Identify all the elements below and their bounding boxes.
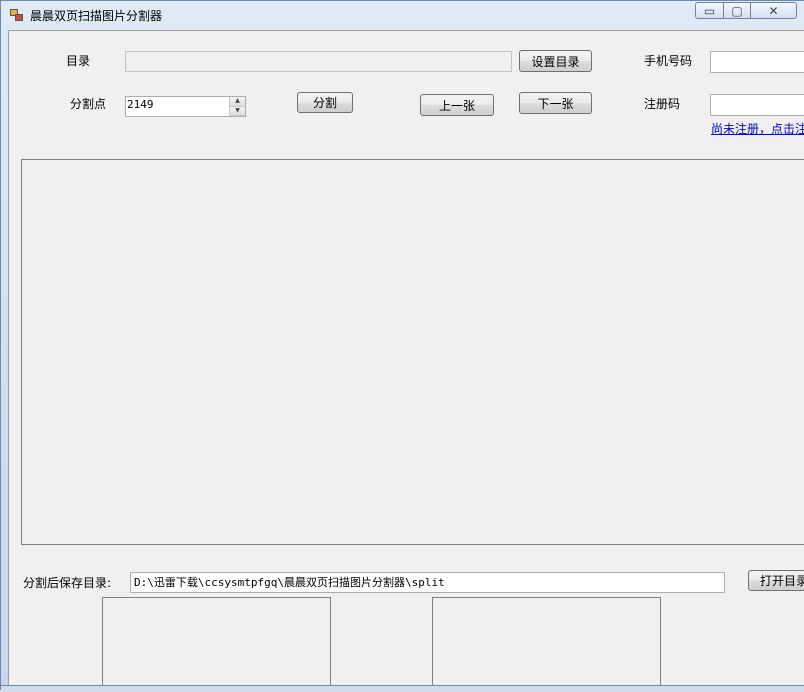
window-bottom-border: [1, 685, 804, 692]
open-dir-button[interactable]: 打开目录: [748, 570, 804, 591]
split-point-label: 分割点: [70, 97, 107, 111]
set-dir-button[interactable]: 设置目录: [519, 50, 592, 72]
title-bar[interactable]: 晨晨双页扫描图片分割器 ▭ ▢ ✕: [1, 1, 804, 30]
dir-input[interactable]: [125, 51, 512, 72]
maximize-icon: ▢: [731, 3, 743, 18]
left-page-preview: [102, 597, 331, 686]
phone-input[interactable]: [710, 51, 804, 73]
client-area: 目录 设置目录 手机号码 分割点 2149 ▲ ▼ 分割 上一张 下一张 注册码…: [8, 30, 804, 686]
split-button[interactable]: 分割: [297, 92, 353, 113]
stepper-arrows[interactable]: ▲ ▼: [229, 97, 245, 116]
window-title: 晨晨双页扫描图片分割器: [30, 9, 163, 23]
dir-label: 目录: [66, 54, 91, 68]
app-window: 晨晨双页扫描图片分割器 ▭ ▢ ✕ 目录 设置目录 手机号码 分割点 2149 …: [0, 0, 804, 692]
maximize-button[interactable]: ▢: [723, 2, 751, 19]
register-link[interactable]: 尚未注册，点击注: [711, 120, 804, 137]
minimize-icon: ▭: [703, 3, 716, 18]
split-point-value: 2149: [127, 98, 154, 111]
save-dir-label: 分割后保存目录:: [23, 576, 112, 590]
next-button[interactable]: 下一张: [519, 92, 592, 114]
close-icon: ✕: [768, 3, 779, 18]
save-dir-input[interactable]: D:\迅雷下载\ccsysmtpfgq\晨晨双页扫描图片分割器\split: [130, 572, 725, 593]
reg-code-input[interactable]: [710, 94, 804, 116]
prev-button[interactable]: 上一张: [420, 94, 494, 116]
image-preview-panel: [21, 159, 804, 545]
minimize-button[interactable]: ▭: [695, 2, 724, 19]
spin-down-icon[interactable]: ▼: [230, 106, 245, 116]
phone-label: 手机号码: [644, 54, 693, 68]
split-point-stepper[interactable]: 2149 ▲ ▼: [125, 96, 246, 117]
close-button[interactable]: ✕: [750, 2, 797, 19]
spin-up-icon[interactable]: ▲: [230, 97, 245, 107]
reg-code-label: 注册码: [644, 97, 681, 111]
right-page-preview: [432, 597, 661, 686]
app-icon: [10, 9, 24, 21]
